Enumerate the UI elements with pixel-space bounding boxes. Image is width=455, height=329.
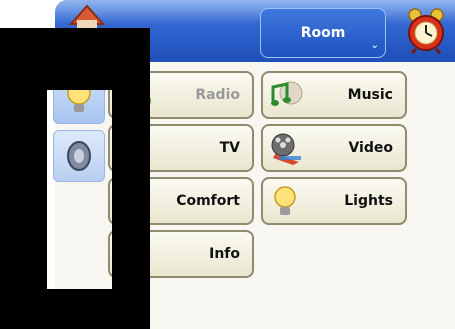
tile-label: Comfort <box>176 193 240 209</box>
room-select-label: Room <box>300 25 346 41</box>
lightbulb-icon <box>274 186 296 215</box>
tile-label: TV <box>219 140 240 156</box>
redaction-mask <box>0 88 47 289</box>
redaction-mask <box>0 28 150 90</box>
music-icon <box>271 81 303 106</box>
tile-label: Info <box>209 246 240 262</box>
alarm-clock-icon[interactable] <box>404 6 448 54</box>
chevron-down-icon: ⌄ <box>370 40 379 51</box>
home-icon[interactable] <box>67 2 107 30</box>
lights-tile[interactable]: Lights <box>261 177 407 225</box>
tile-label: Music <box>347 87 393 103</box>
room-select[interactable]: Room ⌄ <box>260 8 386 58</box>
music-tile[interactable]: Music <box>261 71 407 119</box>
tile-label: Radio <box>195 87 240 103</box>
tile-label: Video <box>348 140 393 156</box>
tile-label: Lights <box>344 193 393 209</box>
video-tile[interactable]: Video <box>261 124 407 172</box>
sidebar-item-speaker[interactable] <box>53 130 105 182</box>
film-reel-icon <box>271 133 301 165</box>
redaction-mask <box>0 289 150 329</box>
header-gloss <box>55 0 455 22</box>
speaker-icon <box>67 141 91 171</box>
